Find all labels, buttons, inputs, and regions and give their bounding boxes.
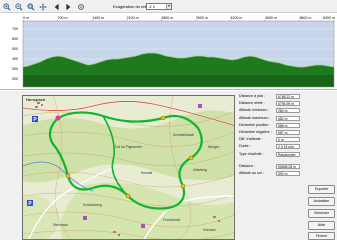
x-tick-label: 4200 m bbox=[230, 16, 242, 20]
settings-icon[interactable] bbox=[76, 2, 85, 11]
lower-panel: P P Hunspach Col du Pigeonnier Schmeltzb… bbox=[0, 91, 337, 240]
stat-value: 6768.22 m bbox=[276, 94, 300, 99]
stat-value: 588 m bbox=[276, 122, 300, 128]
arrow-left-icon[interactable] bbox=[52, 2, 61, 11]
stat-label: Altitude minimum : bbox=[239, 108, 269, 113]
x-tick-label: 700 m bbox=[58, 16, 68, 20]
stat-value: 482 m bbox=[276, 115, 300, 121]
map-label: Schlossberg bbox=[83, 203, 102, 207]
stat-label: Type d'activité : bbox=[239, 151, 264, 156]
y-tick-label: 700 bbox=[12, 27, 18, 31]
stat-row: Type d'activité : Randonnée bbox=[239, 151, 301, 158]
export-button[interactable]: Exporter bbox=[308, 185, 335, 194]
refresh-button[interactable]: Actualiser bbox=[308, 197, 335, 206]
y-tick-label: 500 bbox=[12, 47, 18, 51]
x-tick-label: 2800 m bbox=[161, 16, 173, 20]
stat-label: Dénivelée positive : bbox=[239, 122, 271, 127]
x-tick-label: 0 m bbox=[23, 16, 29, 20]
view-button[interactable]: Visionner bbox=[308, 209, 335, 218]
y-tick-label: 600 bbox=[12, 37, 18, 41]
y-tick-label: 300 bbox=[12, 67, 18, 71]
map-label: Kimmel bbox=[141, 171, 153, 175]
stat-value: 95698.28 m bbox=[276, 164, 300, 169]
map-label: Steinbach bbox=[53, 223, 68, 227]
stat-label: Altitude au sol : bbox=[239, 171, 264, 176]
pan-icon[interactable] bbox=[38, 2, 47, 11]
zoom-fit-icon[interactable] bbox=[26, 2, 35, 11]
stat-row: Dénivelée négative : 587 m bbox=[239, 130, 301, 136]
map-place-label: Hunspach bbox=[26, 97, 46, 102]
help-button[interactable]: Aide bbox=[308, 221, 335, 230]
stat-value: 0 m bbox=[276, 137, 300, 143]
stat-value: 392 m bbox=[276, 171, 300, 177]
x-tick-label: 6300 m bbox=[323, 16, 335, 20]
map-label: Froschmatt bbox=[163, 218, 180, 222]
x-tick-label: 4900 m bbox=[265, 16, 277, 20]
stat-value: 587 m bbox=[276, 130, 300, 135]
stat-label: Distance : bbox=[239, 164, 255, 168]
stat-value: 284 m bbox=[276, 108, 300, 114]
y-tick-label: 200 bbox=[12, 77, 18, 81]
map-label: Geisberg bbox=[193, 168, 207, 172]
start-point-icon bbox=[55, 115, 61, 121]
map-label: Col du Pigeonnier bbox=[115, 145, 143, 149]
y-tick-label: 400 bbox=[12, 57, 18, 61]
stat-label: Distance réelle : bbox=[239, 101, 265, 106]
x-tick-label: 5600 m bbox=[299, 16, 311, 20]
topographic-map[interactable]: P P Hunspach Col du Pigeonnier Schmeltzb… bbox=[22, 95, 235, 240]
map-label: Wingen bbox=[208, 145, 220, 149]
exaggeration-value: X 2 bbox=[149, 4, 156, 9]
stat-row: Diff. d'altitude : 0 m bbox=[239, 137, 301, 143]
stat-row: Distance réelle : 6795.99 m bbox=[239, 101, 301, 107]
stat-label: Distance à plat : bbox=[239, 94, 265, 98]
x-tick-label: 3500 m bbox=[196, 16, 208, 20]
zoom-out-icon[interactable] bbox=[14, 2, 23, 11]
chevron-down-icon: ▼ bbox=[166, 4, 171, 9]
stat-label: Dénivelée négative : bbox=[239, 130, 272, 134]
map-canvas: P P Hunspach Col du Pigeonnier Schmeltzb… bbox=[23, 96, 234, 239]
stat-value: Randonnée bbox=[276, 151, 300, 157]
zoom-in-icon[interactable] bbox=[2, 2, 11, 11]
stat-row: Distance : 95698.28 m bbox=[239, 164, 301, 170]
stat-row: Altitude au sol : 392 m bbox=[239, 171, 301, 177]
x-tick-label: 1400 m bbox=[92, 16, 104, 20]
stat-label: Diff. d'altitude : bbox=[239, 137, 263, 142]
stat-value: 2 h 19 min bbox=[276, 144, 300, 150]
stat-value: 6795.99 m bbox=[276, 101, 300, 107]
map-label: Schmeltzbach bbox=[173, 133, 194, 137]
stat-row: Distance à plat : 6768.22 m bbox=[239, 94, 301, 100]
exaggeration-select[interactable]: X 2 ▼ bbox=[146, 3, 172, 10]
elevation-profile[interactable]: 0 m 700 m 1400 m 2100 m 2800 m 3500 m 4200 m 49… bbox=[0, 13, 337, 90]
x-tick-label: 2100 m bbox=[127, 16, 139, 20]
stat-row: Altitude minimum : 284 m bbox=[239, 108, 301, 114]
map-label: Hohwart bbox=[203, 228, 216, 232]
stat-label: Durée : bbox=[239, 144, 251, 149]
stat-row: Dénivelée positive : 588 m bbox=[239, 122, 301, 129]
stat-label: Altitude maximum : bbox=[239, 115, 270, 120]
stat-row: Altitude maximum : 482 m bbox=[239, 115, 301, 122]
close-button[interactable]: Fermer bbox=[308, 232, 335, 240]
toolbar: Exagération du relief : X 2 ▼ bbox=[0, 0, 337, 13]
elevation-chart: 0 m 700 m 1400 m 2100 m 2800 m 3500 m 4200 m 49… bbox=[12, 16, 335, 88]
stat-row: Durée : 2 h 19 min bbox=[239, 144, 301, 150]
arrow-right-icon[interactable] bbox=[63, 2, 72, 11]
